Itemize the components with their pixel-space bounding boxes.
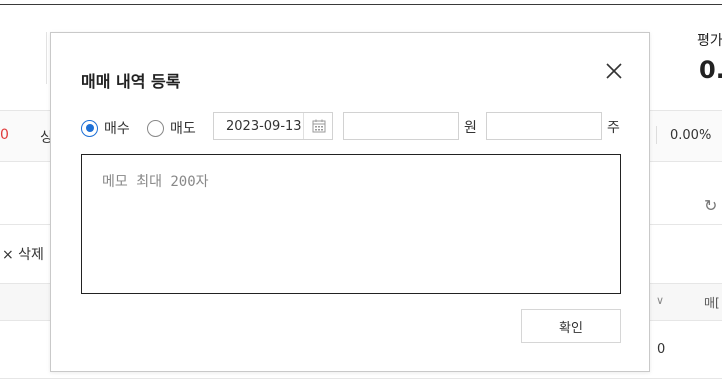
top-divider	[0, 4, 722, 5]
radio-sell-label: 매도	[170, 121, 196, 137]
quantity-input[interactable]	[486, 112, 602, 140]
table-row-border	[0, 378, 722, 379]
radio-buy[interactable]: 매수	[81, 118, 130, 138]
price-unit: 원	[464, 120, 477, 136]
close-icon[interactable]	[604, 61, 624, 81]
quantity-unit: 주	[607, 120, 620, 136]
chevron-down-icon[interactable]: ∨	[656, 294, 664, 307]
evaluation-value: 0.(	[699, 56, 722, 84]
radio-sell-circle[interactable]	[147, 119, 164, 137]
calendar-icon[interactable]	[312, 119, 326, 133]
memo-textarea[interactable]	[81, 154, 621, 294]
summary-value-red: 0	[0, 127, 9, 143]
evaluation-label: 평가	[697, 33, 722, 49]
date-picker[interactable]: 2023-09-13	[213, 112, 333, 140]
radio-buy-circle[interactable]	[81, 119, 98, 137]
summary-divider	[656, 126, 657, 144]
confirm-button[interactable]: 확인	[521, 309, 621, 343]
dialog-title: 매매 내역 등록	[81, 72, 181, 91]
summary-percent: 0.00%	[670, 128, 712, 143]
table-column-header[interactable]: 매[	[704, 294, 720, 311]
panel-divider	[46, 32, 47, 84]
trade-entry-dialog: 매매 내역 등록 매수 매도 2023-09-13 원 주 확인	[50, 32, 650, 372]
radio-buy-label: 매수	[104, 121, 130, 137]
delete-button[interactable]: × 삭제	[2, 244, 44, 264]
date-separator	[303, 113, 304, 139]
date-value[interactable]: 2023-09-13	[226, 119, 302, 134]
price-input[interactable]	[343, 112, 459, 140]
refresh-icon[interactable]: ↻	[704, 196, 717, 215]
table-cell-value: 0	[657, 342, 666, 357]
radio-sell[interactable]: 매도	[147, 118, 196, 138]
